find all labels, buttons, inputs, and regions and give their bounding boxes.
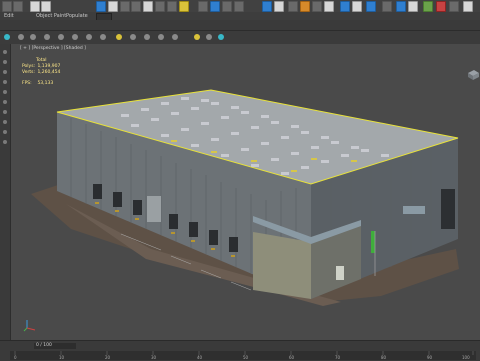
big-door (147, 196, 161, 222)
undo-icon[interactable] (2, 1, 12, 12)
strip-dot-icon[interactable] (3, 90, 7, 94)
tab-object-paint[interactable]: Object Paint (36, 12, 66, 20)
viewcube-icon[interactable] (466, 69, 480, 81)
filter-icon[interactable] (18, 34, 24, 40)
fps-row: FPS: 53,133 (22, 81, 60, 87)
helper-icon[interactable] (86, 34, 92, 40)
spinner-snap-icon[interactable] (234, 1, 244, 12)
right-annex (441, 189, 455, 229)
office-block (253, 232, 311, 299)
redo-icon[interactable] (13, 1, 23, 12)
strip-dot-icon[interactable] (3, 100, 7, 104)
left-command-strip (0, 44, 11, 340)
bone-icon[interactable] (44, 34, 50, 40)
percent-snap-icon[interactable] (222, 1, 232, 12)
tab-populate[interactable]: Populate (66, 12, 88, 20)
help-icon[interactable] (463, 1, 473, 12)
shading-icon[interactable] (158, 34, 164, 40)
warehouse-scene (31, 89, 459, 306)
fps-value: 53,133 (37, 81, 54, 86)
strip-dot-icon[interactable] (3, 130, 7, 134)
rendered-frame-icon[interactable] (352, 1, 362, 12)
arnold-icon[interactable] (396, 1, 406, 12)
ribbon-tabs: Edit Object Paint Populate (0, 12, 480, 22)
scale-icon[interactable] (167, 1, 177, 12)
tick-label: 70 (335, 355, 341, 360)
unlink-icon[interactable] (41, 1, 51, 12)
snap-icon[interactable] (179, 1, 189, 12)
strip-dot-icon[interactable] (3, 140, 7, 144)
lock-icon[interactable] (172, 34, 178, 40)
highlight-icon[interactable] (194, 34, 200, 40)
tab-edit[interactable]: Edit (4, 12, 14, 20)
strip-dot-icon[interactable] (3, 50, 7, 54)
strip-dot-icon[interactable] (3, 70, 7, 74)
align-icon[interactable] (274, 1, 284, 12)
tick-label: 50 (243, 355, 249, 360)
link-icon[interactable] (30, 1, 40, 12)
tick-label: 20 (105, 355, 111, 360)
time-slider[interactable]: 0 / 100 (34, 343, 76, 349)
render-production-icon[interactable] (366, 1, 376, 12)
tick-label: 10 (59, 355, 65, 360)
pivot-icon[interactable] (198, 1, 208, 12)
verts-value: 1,260,454 (37, 70, 61, 75)
verts-row: Verts: 1,260,454 (22, 70, 60, 76)
mirror-icon[interactable] (262, 1, 272, 12)
right-windows (403, 206, 425, 214)
hierarchy-icon[interactable] (30, 34, 36, 40)
display-icon[interactable] (144, 34, 150, 40)
ribbon-panel (0, 20, 480, 30)
tick-label: 100 (462, 355, 470, 360)
viewport-statistics: Total Polys: 1,139,907 Verts: 1,260,454 … (22, 58, 60, 87)
strip-dot-icon[interactable] (3, 110, 7, 114)
entrance-door (336, 266, 344, 280)
pin-icon[interactable] (4, 34, 10, 40)
viewport-label[interactable]: [ + ] [Perspective ] [Shaded ] (20, 46, 86, 51)
scene-explorer-icon[interactable] (423, 1, 433, 12)
render-setup-icon[interactable] (340, 1, 350, 12)
tick-label: 30 (151, 355, 157, 360)
material-editor-icon[interactable] (324, 1, 334, 12)
sync-icon[interactable] (218, 34, 224, 40)
rectangular-selection-icon[interactable] (120, 1, 130, 12)
angle-snap-icon[interactable] (210, 1, 220, 12)
select-by-name-icon[interactable] (108, 1, 118, 12)
perspective-viewport[interactable]: [ + ] [Perspective ] [Shaded ] Total Pol… (11, 44, 480, 340)
spacewarp-icon[interactable] (100, 34, 106, 40)
move-icon[interactable] (143, 1, 153, 12)
viewport-toolbar (0, 30, 480, 45)
strip-dot-icon[interactable] (3, 120, 7, 124)
schematic-view-icon[interactable] (312, 1, 322, 12)
isolate-icon[interactable] (206, 34, 212, 40)
select-object-icon[interactable] (96, 1, 106, 12)
verts-label: Verts: (22, 70, 35, 75)
render-iterative-icon[interactable] (382, 1, 392, 12)
sun-icon[interactable] (116, 34, 122, 40)
track-bar[interactable]: 0 10 20 30 40 50 60 70 80 90 100 (10, 351, 476, 360)
tick-label: 90 (427, 355, 433, 360)
light-icon[interactable] (58, 34, 64, 40)
curve-editor-icon[interactable] (300, 1, 310, 12)
strip-dot-icon[interactable] (3, 80, 7, 84)
grid-icon[interactable] (130, 34, 136, 40)
workspace-icon[interactable] (449, 1, 459, 12)
camera-icon[interactable] (72, 34, 78, 40)
tick-label: 60 (289, 355, 295, 360)
tick-label: 80 (381, 355, 387, 360)
environment-icon[interactable] (408, 1, 418, 12)
fps-label: FPS: (22, 81, 32, 86)
window-crossing-icon[interactable] (131, 1, 141, 12)
strip-dot-icon[interactable] (3, 60, 7, 64)
layer-icon[interactable] (288, 1, 298, 12)
timeline-bar: 0 / 100 0 10 20 30 40 50 60 70 80 90 100 (0, 340, 480, 361)
axis-tripod-icon (23, 320, 36, 332)
green-banner (371, 231, 375, 253)
rotate-icon[interactable] (155, 1, 165, 12)
tick-label: 40 (197, 355, 203, 360)
viewport-render-icon[interactable] (436, 1, 446, 12)
